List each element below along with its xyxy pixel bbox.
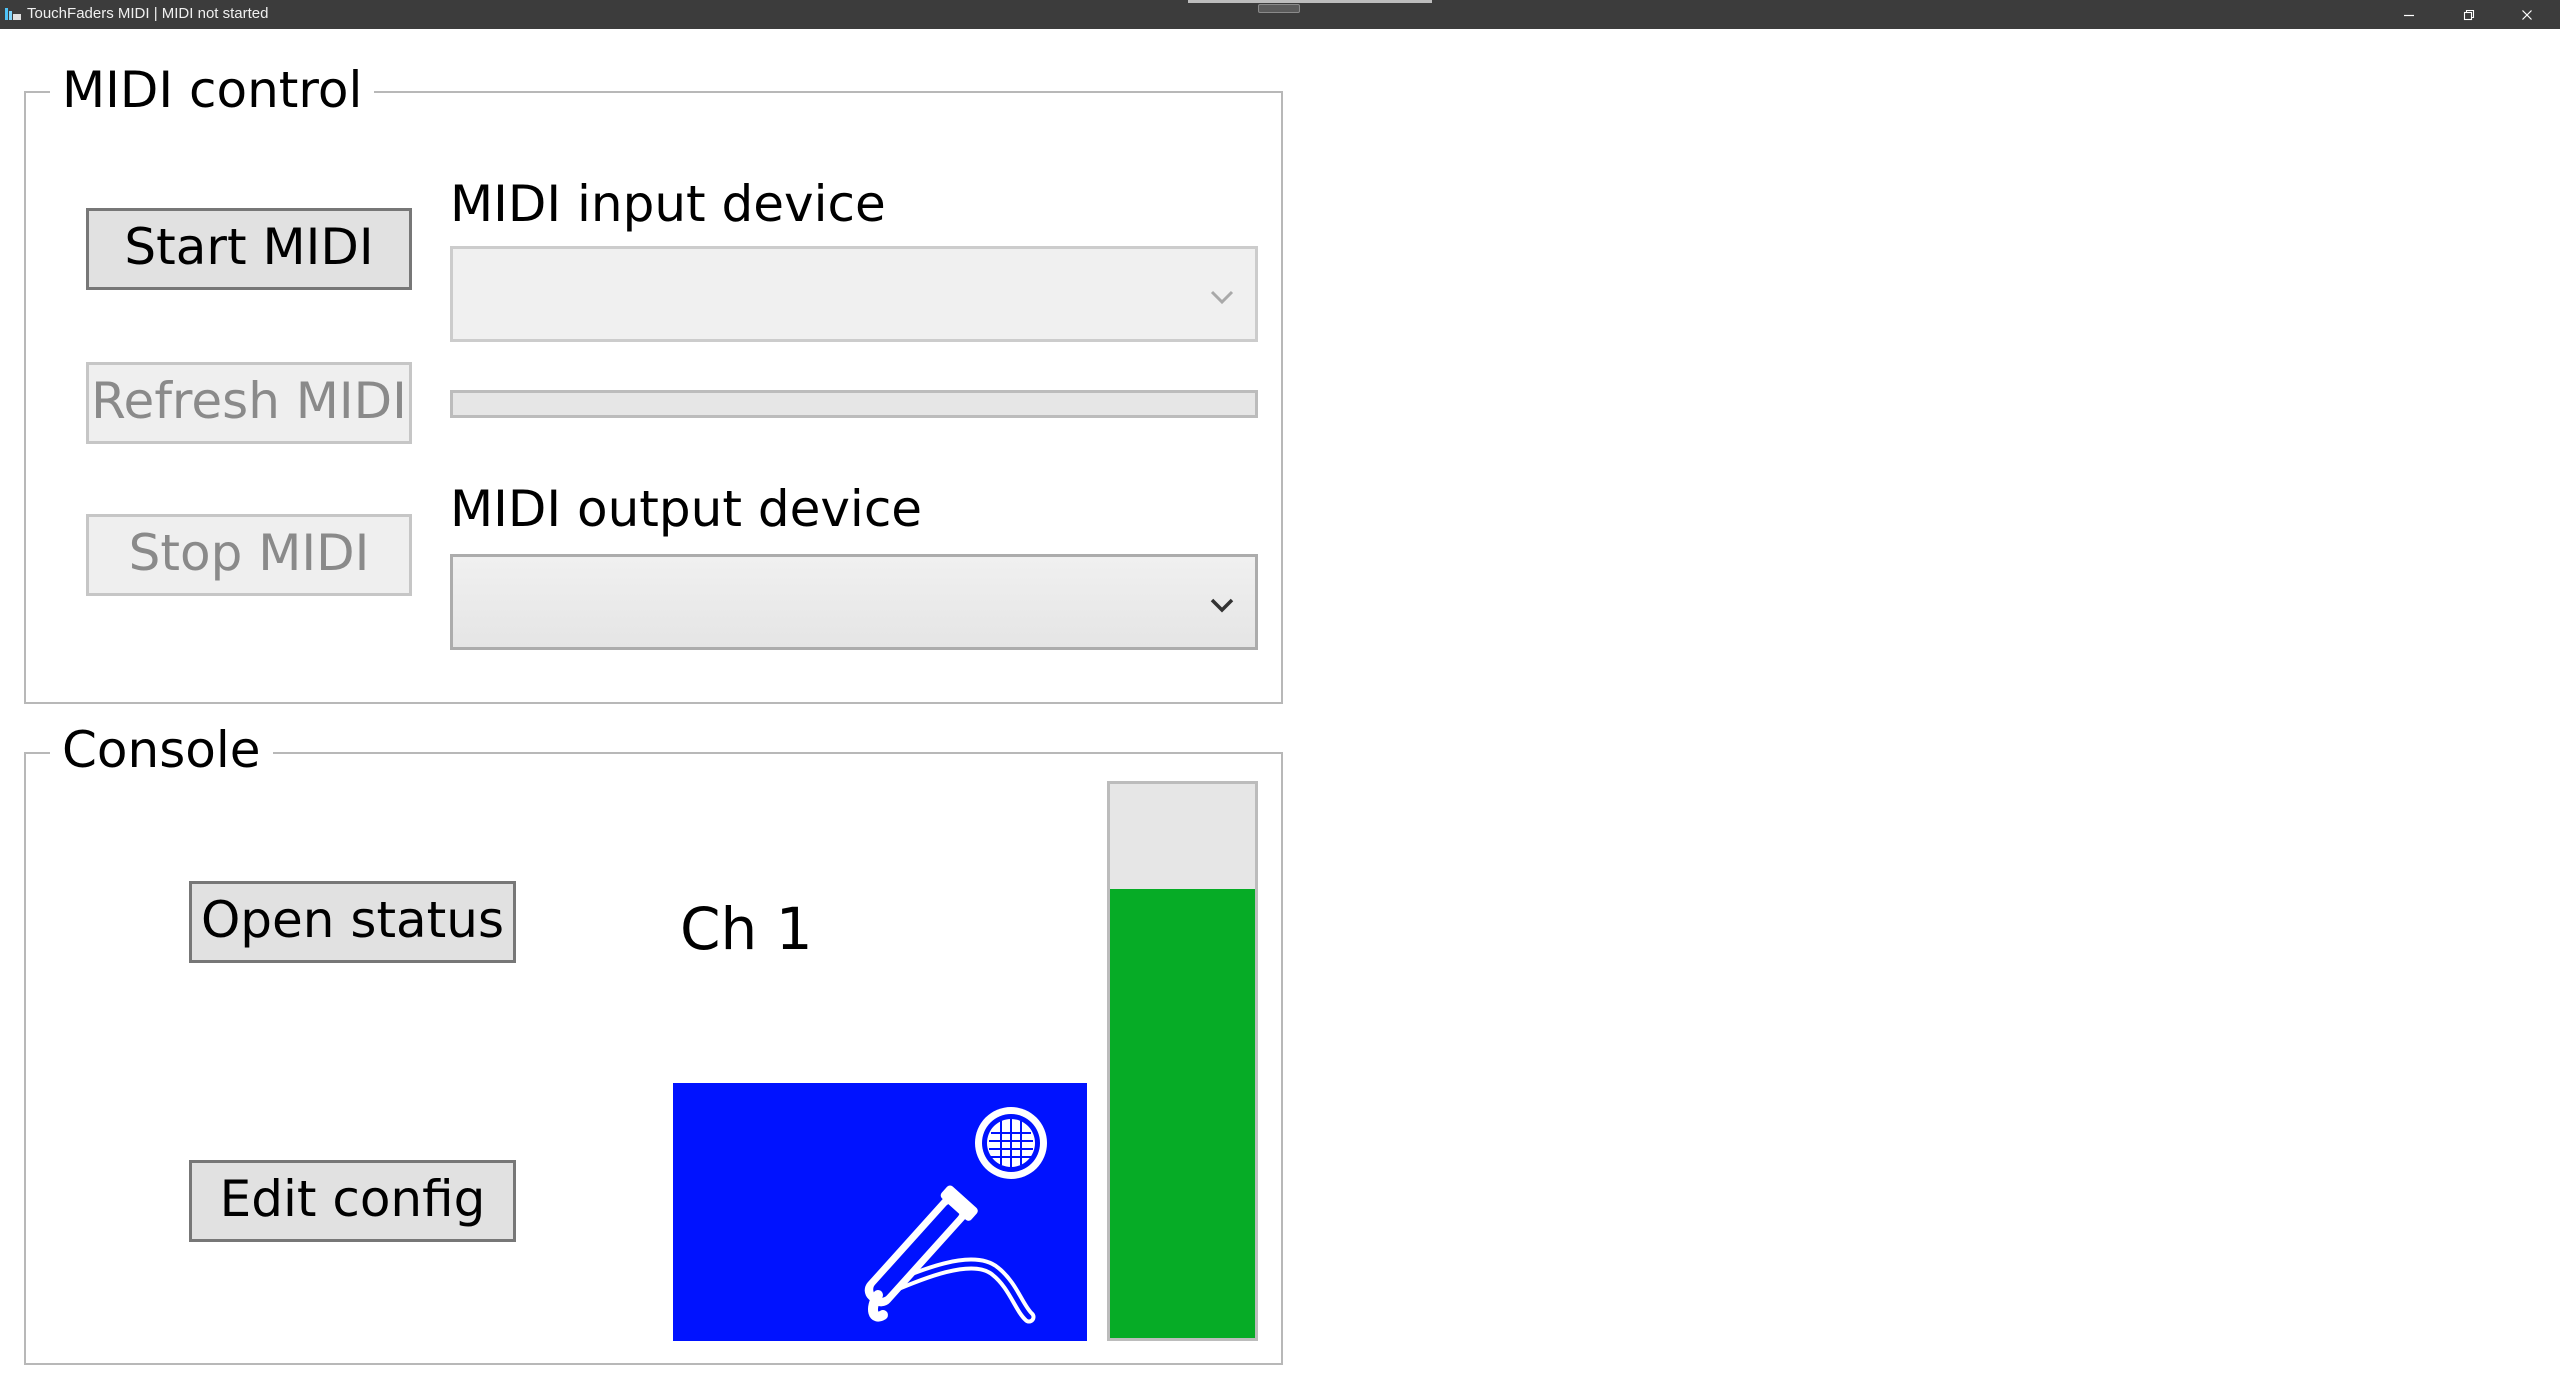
channel-level-meter[interactable] [1107,781,1258,1341]
start-midi-button[interactable]: Start MIDI [86,208,412,290]
close-icon [2522,9,2532,20]
edit-config-button[interactable]: Edit config [189,1160,516,1242]
minimize-button[interactable] [2380,0,2438,29]
console-title: Console [50,720,273,780]
snap-layout-handle[interactable] [1258,4,1300,13]
midi-input-label: MIDI input device [450,175,886,233]
midi-output-dropdown[interactable] [450,554,1258,650]
midi-input-dropdown[interactable] [450,246,1258,342]
snap-layout-bar[interactable] [1188,0,1432,3]
microphone-icon [864,1107,1047,1324]
channel-image[interactable] [673,1083,1087,1341]
restore-button[interactable] [2440,0,2498,29]
window-title: TouchFaders MIDI | MIDI not started [27,5,269,22]
close-button[interactable] [2498,0,2556,29]
midi-output-label: MIDI output device [450,480,923,538]
console-group [24,752,1283,1365]
open-status-button[interactable]: Open status [189,881,516,963]
app-icon [4,6,22,22]
stop-midi-button[interactable]: Stop MIDI [86,514,412,596]
midi-control-title: MIDI control [50,60,375,120]
chevron-down-icon [1210,598,1234,613]
chevron-down-icon [1210,290,1234,305]
midi-progress-bar [450,390,1258,418]
restore-icon [2463,9,2475,20]
minimize-icon [2404,14,2414,16]
channel-label: Ch 1 [680,895,813,963]
level-meter-fill [1110,889,1255,1338]
refresh-midi-button[interactable]: Refresh MIDI [86,362,412,444]
title-bar: TouchFaders MIDI | MIDI not started [0,0,2560,29]
